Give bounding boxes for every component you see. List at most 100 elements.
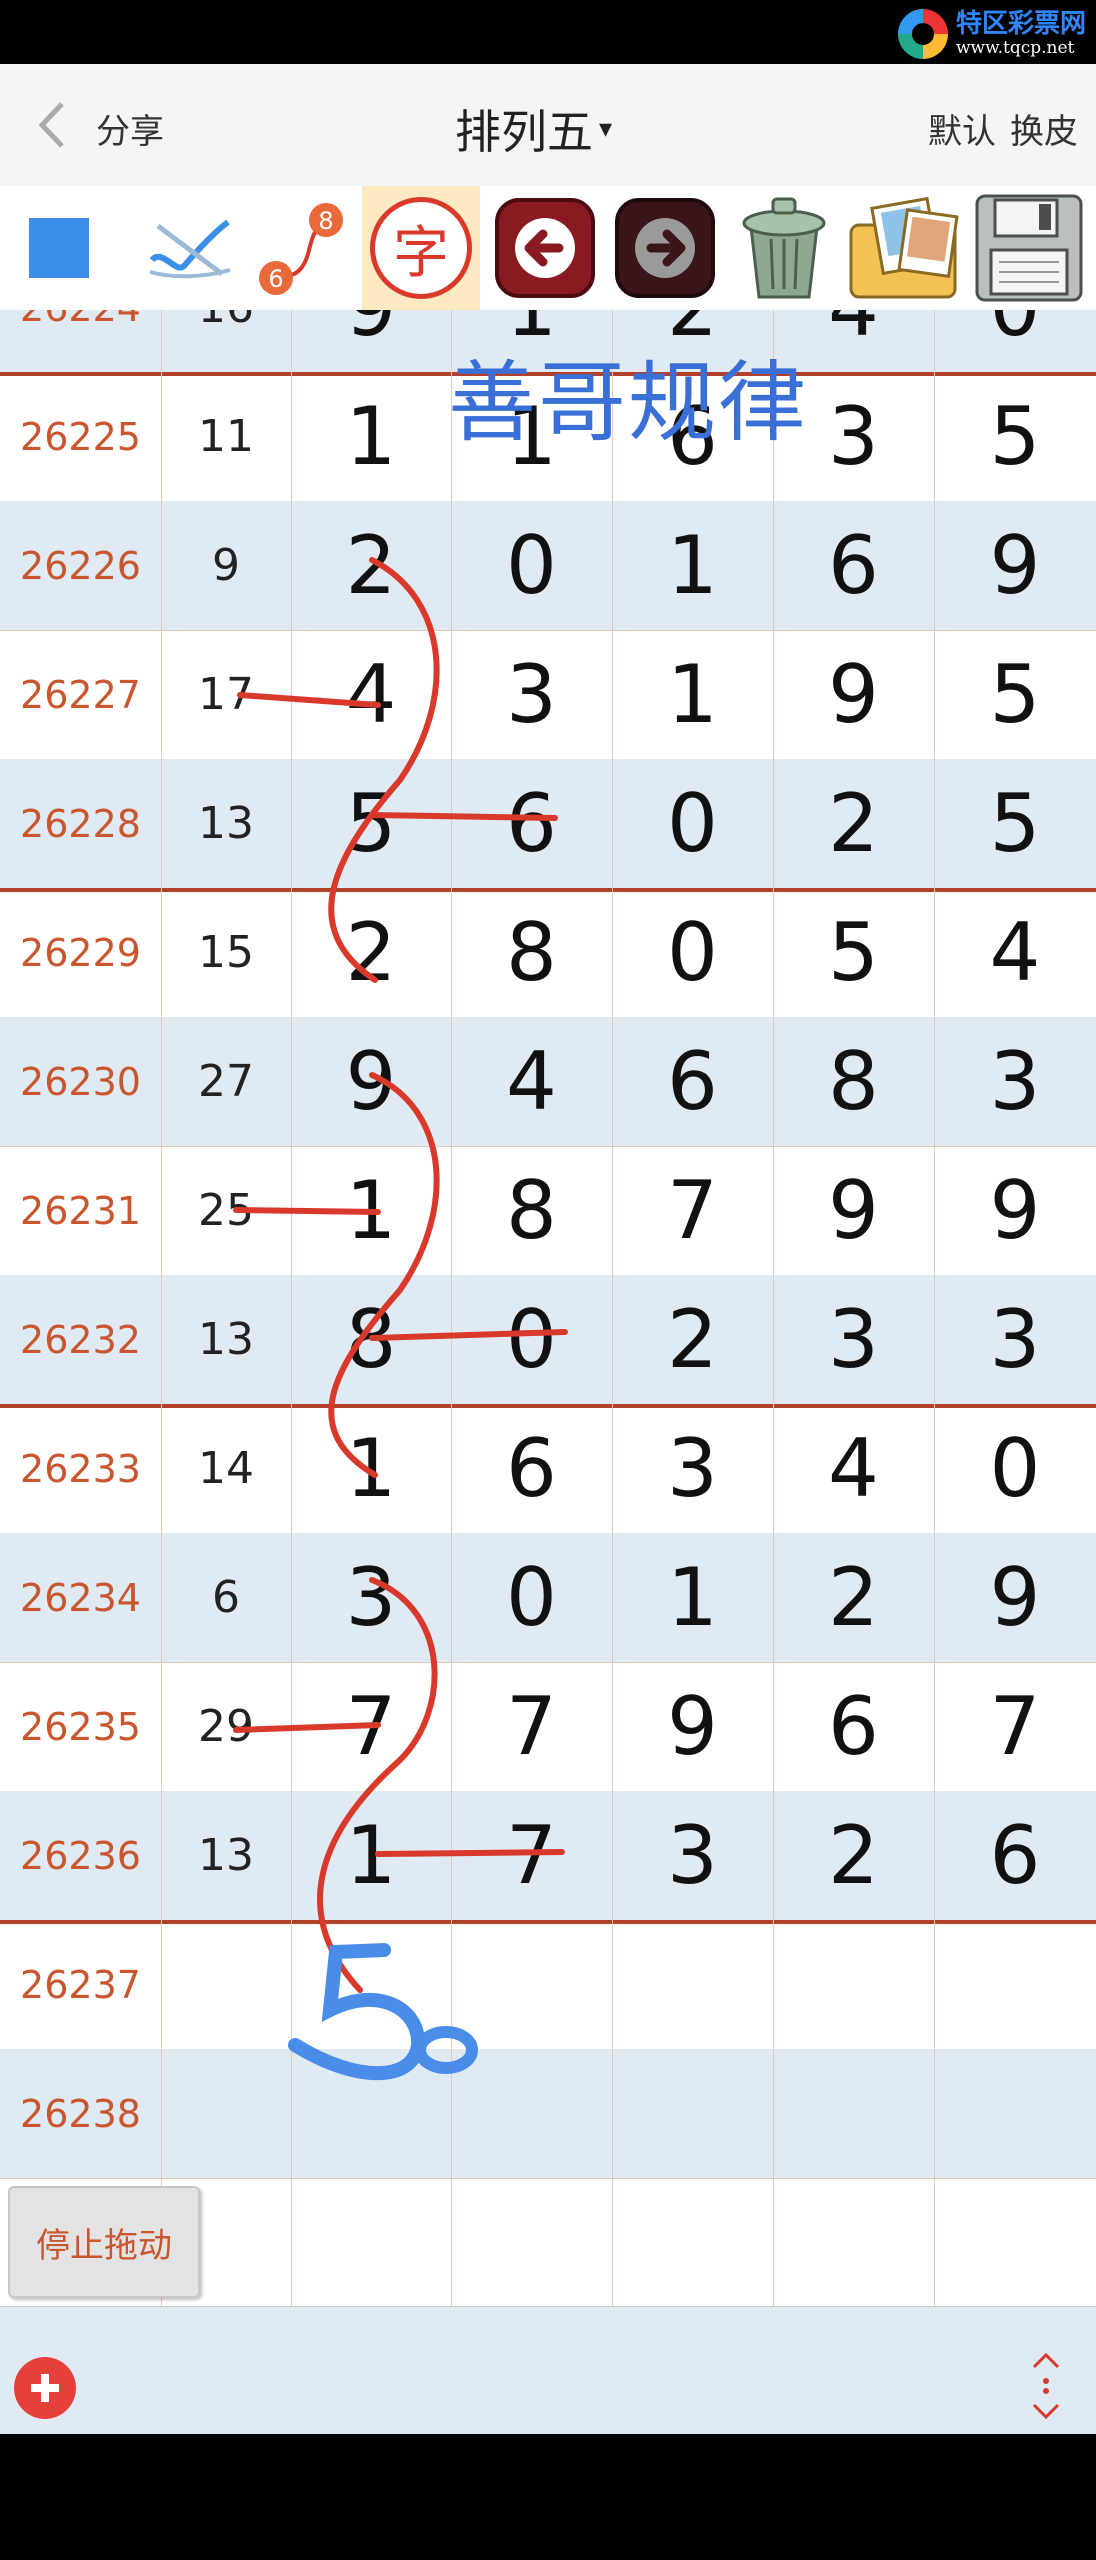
- digit-cell-5[interactable]: 0: [934, 310, 1096, 372]
- digit-cell-1[interactable]: [291, 2178, 451, 2306]
- digit-cell-2[interactable]: 4: [451, 1017, 612, 1146]
- digit-cell-1[interactable]: 4: [291, 630, 451, 759]
- digit-cell-3[interactable]: 9: [612, 1662, 773, 1791]
- digit-cell-1[interactable]: 9: [291, 1017, 451, 1146]
- default-button[interactable]: 默认: [928, 104, 996, 153]
- digit-cell-3[interactable]: 3: [612, 1404, 773, 1533]
- table-row: 26226 9 2 0 1 6 9: [0, 501, 1096, 631]
- digit-cell-1[interactable]: 2: [291, 501, 451, 630]
- period-cell: 26224: [0, 310, 161, 372]
- digit-cell-4[interactable]: [773, 2049, 934, 2178]
- digit-cell-5[interactable]: 9: [934, 501, 1096, 630]
- digit-cell-4[interactable]: [773, 2178, 934, 2306]
- digit-cell-4[interactable]: 2: [773, 759, 934, 888]
- digit-cell-5[interactable]: 9: [934, 1146, 1096, 1275]
- digit-cell-1[interactable]: 3: [291, 1533, 451, 1662]
- scroll-updown-icon[interactable]: [1026, 2349, 1066, 2423]
- digit-cell-4[interactable]: [773, 1920, 934, 2049]
- digit-cell-1[interactable]: [291, 2049, 451, 2178]
- digit-cell-3[interactable]: 0: [612, 888, 773, 1017]
- digit-cell-2[interactable]: 0: [451, 501, 612, 630]
- lottery-type-dropdown[interactable]: 排列五 ▾: [455, 96, 612, 162]
- sum-cell: 27: [198, 1056, 254, 1107]
- digit-cell-4[interactable]: 6: [773, 501, 934, 630]
- digit-cell-1[interactable]: 8: [291, 1275, 451, 1404]
- digit-cell-4[interactable]: 4: [773, 1404, 934, 1533]
- digit-cell-2[interactable]: 0: [451, 1533, 612, 1662]
- digit-cell-5[interactable]: 5: [934, 630, 1096, 759]
- digit-cell-1[interactable]: 1: [291, 1791, 451, 1920]
- undo-arrow-icon[interactable]: [492, 196, 598, 300]
- digit-cell-1[interactable]: 2: [291, 888, 451, 1017]
- digit-cell-5[interactable]: 0: [934, 1404, 1096, 1533]
- text-tool-icon[interactable]: 字: [362, 186, 480, 310]
- digit-cell-4[interactable]: 9: [773, 1146, 934, 1275]
- plus-circle-icon[interactable]: [14, 2357, 76, 2419]
- digit-cell-5[interactable]: [934, 2049, 1096, 2178]
- digit-cell-3[interactable]: [612, 2049, 773, 2178]
- digit-cell-5[interactable]: [934, 1920, 1096, 2049]
- digit-cell-1[interactable]: 1: [291, 1146, 451, 1275]
- digit-cell-4[interactable]: 2: [773, 1533, 934, 1662]
- digit-cell-4[interactable]: 5: [773, 888, 934, 1017]
- digit-cell-3[interactable]: 1: [612, 630, 773, 759]
- digit-cell-1[interactable]: 5: [291, 759, 451, 888]
- redo-arrow-icon[interactable]: [612, 196, 718, 300]
- trash-icon[interactable]: [728, 196, 840, 300]
- digit-cell-2[interactable]: 6: [451, 1404, 612, 1533]
- period-cell: 26225: [20, 414, 141, 459]
- digit-cell-1[interactable]: 7: [291, 1662, 451, 1791]
- digit-cell-2[interactable]: 7: [451, 1662, 612, 1791]
- digit-cell-2[interactable]: 3: [451, 630, 612, 759]
- digit-cell-4[interactable]: 3: [773, 1275, 934, 1404]
- digit-cell-2[interactable]: 0: [451, 1275, 612, 1404]
- digit-cell-5[interactable]: 4: [934, 888, 1096, 1017]
- connect-to-label: 8: [318, 207, 333, 235]
- digit-cell-2[interactable]: [451, 2178, 612, 2306]
- column-divider: [934, 310, 935, 2306]
- digit-cell-2[interactable]: [451, 1920, 612, 2049]
- digit-cell-2[interactable]: 7: [451, 1791, 612, 1920]
- share-button[interactable]: 分享: [96, 104, 164, 153]
- pen-check-tool-icon[interactable]: [140, 196, 240, 300]
- period-cell: 26231: [20, 1188, 141, 1233]
- digit-cell-5[interactable]: 3: [934, 1017, 1096, 1146]
- connect-dots-tool-icon[interactable]: 8 6: [252, 196, 348, 300]
- digit-cell-3[interactable]: 1: [612, 501, 773, 630]
- stop-drag-button[interactable]: 停止拖动: [8, 2186, 200, 2298]
- digit-cell-3[interactable]: 6: [612, 1017, 773, 1146]
- digit-cell-4[interactable]: 9: [773, 630, 934, 759]
- digit-cell-4[interactable]: 8: [773, 1017, 934, 1146]
- digit-cell-5[interactable]: 7: [934, 1662, 1096, 1791]
- digit-cell-5[interactable]: 5: [934, 372, 1096, 501]
- digit-cell-1[interactable]: [291, 1920, 451, 2049]
- digit-cell-5[interactable]: 3: [934, 1275, 1096, 1404]
- digit-cell-4[interactable]: 6: [773, 1662, 934, 1791]
- digit-cell-3[interactable]: 2: [612, 1275, 773, 1404]
- digit-cell-2[interactable]: 6: [451, 759, 612, 888]
- digit-cell-2[interactable]: [451, 2049, 612, 2178]
- digit-cell-1[interactable]: 9: [291, 310, 451, 372]
- digit-cell-4[interactable]: 2: [773, 1791, 934, 1920]
- back-chevron-icon[interactable]: [30, 100, 80, 150]
- digit-cell-3[interactable]: [612, 2178, 773, 2306]
- digit-cell-5[interactable]: [934, 2178, 1096, 2306]
- digit-cell-3[interactable]: 7: [612, 1146, 773, 1275]
- photos-icon[interactable]: [846, 196, 964, 300]
- digit-cell-1[interactable]: 1: [291, 1404, 451, 1533]
- digit-cell-2[interactable]: 8: [451, 888, 612, 1017]
- period-cell: 26229: [20, 930, 141, 975]
- digit-cell-5[interactable]: 6: [934, 1791, 1096, 1920]
- digit-cell-1[interactable]: 1: [291, 372, 451, 501]
- digit-cell-3[interactable]: [612, 1920, 773, 2049]
- digit-cell-2[interactable]: 8: [451, 1146, 612, 1275]
- digit-cell-5[interactable]: 5: [934, 759, 1096, 888]
- digit-cell-5[interactable]: 9: [934, 1533, 1096, 1662]
- save-disk-icon[interactable]: [970, 194, 1088, 302]
- sum-cell: 15: [198, 927, 254, 978]
- digit-cell-3[interactable]: 3: [612, 1791, 773, 1920]
- digit-cell-3[interactable]: 0: [612, 759, 773, 888]
- digit-cell-3[interactable]: 1: [612, 1533, 773, 1662]
- square-tool-icon[interactable]: [24, 196, 94, 300]
- change-skin-button[interactable]: 换皮: [1010, 104, 1078, 153]
